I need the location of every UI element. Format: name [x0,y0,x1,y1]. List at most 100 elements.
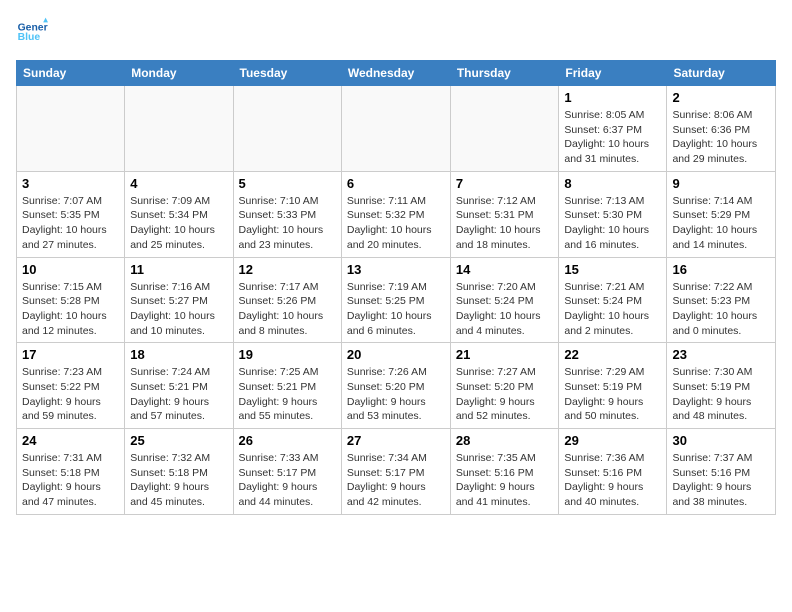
day-info: Sunrise: 7:29 AMSunset: 5:19 PMDaylight:… [564,365,661,424]
calendar-cell: 24 Sunrise: 7:31 AMSunset: 5:18 PMDayligh… [17,429,125,515]
calendar-cell: 28 Sunrise: 7:35 AMSunset: 5:16 PMDayligh… [450,429,559,515]
day-number: 9 [672,176,770,191]
day-number: 15 [564,262,661,277]
weekday-header-row: SundayMondayTuesdayWednesdayThursdayFrid… [17,61,776,86]
weekday-header-sunday: Sunday [17,61,125,86]
week-row-4: 17 Sunrise: 7:23 AMSunset: 5:22 PMDayligh… [17,343,776,429]
day-number: 26 [239,433,336,448]
calendar-cell: 4Sunrise: 7:09 AMSunset: 5:34 PMDaylight… [125,171,233,257]
day-info: Sunrise: 7:37 AMSunset: 5:16 PMDaylight:… [672,451,770,510]
day-info: Sunrise: 7:13 AMSunset: 5:30 PMDaylight:… [564,194,661,253]
calendar-cell: 9 Sunrise: 7:14 AMSunset: 5:29 PMDaylight… [667,171,776,257]
weekday-header-friday: Friday [559,61,667,86]
day-info: Sunrise: 7:16 AMSunset: 5:27 PMDaylight:… [130,280,227,339]
day-number: 20 [347,347,445,362]
calendar-cell: 25 Sunrise: 7:32 AMSunset: 5:18 PMDayligh… [125,429,233,515]
calendar-cell: 13 Sunrise: 7:19 AMSunset: 5:25 PMDayligh… [341,257,450,343]
calendar-cell: 26 Sunrise: 7:33 AMSunset: 5:17 PMDayligh… [233,429,341,515]
day-number: 13 [347,262,445,277]
day-number: 17 [22,347,119,362]
day-number: 24 [22,433,119,448]
day-info: Sunrise: 7:15 AMSunset: 5:28 PMDaylight:… [22,280,119,339]
calendar-cell [450,86,559,172]
day-number: 30 [672,433,770,448]
day-info: Sunrise: 7:31 AMSunset: 5:18 PMDaylight:… [22,451,119,510]
day-number: 11 [130,262,227,277]
day-number: 5 [239,176,336,191]
day-info: Sunrise: 7:21 AMSunset: 5:24 PMDaylight:… [564,280,661,339]
weekday-header-tuesday: Tuesday [233,61,341,86]
day-info: Sunrise: 7:25 AMSunset: 5:21 PMDaylight:… [239,365,336,424]
day-number: 23 [672,347,770,362]
calendar-cell: 20 Sunrise: 7:26 AMSunset: 5:20 PMDayligh… [341,343,450,429]
calendar-cell: 7 Sunrise: 7:12 AMSunset: 5:31 PMDaylight… [450,171,559,257]
day-number: 7 [456,176,554,191]
day-number: 1 [564,90,661,105]
calendar-cell: 22 Sunrise: 7:29 AMSunset: 5:19 PMDayligh… [559,343,667,429]
calendar-cell: 5 Sunrise: 7:10 AMSunset: 5:33 PMDaylight… [233,171,341,257]
day-info: Sunrise: 7:33 AMSunset: 5:17 PMDaylight:… [239,451,336,510]
day-info: Sunrise: 7:35 AMSunset: 5:16 PMDaylight:… [456,451,554,510]
week-row-3: 10 Sunrise: 7:15 AMSunset: 5:28 PMDayligh… [17,257,776,343]
calendar-cell: 29Sunrise: 7:36 AMSunset: 5:16 PMDayligh… [559,429,667,515]
calendar: SundayMondayTuesdayWednesdayThursdayFrid… [16,60,776,515]
day-number: 6 [347,176,445,191]
day-info: Sunrise: 7:30 AMSunset: 5:19 PMDaylight:… [672,365,770,424]
day-info: Sunrise: 7:34 AMSunset: 5:17 PMDaylight:… [347,451,445,510]
day-info: Sunrise: 7:23 AMSunset: 5:22 PMDaylight:… [22,365,119,424]
calendar-cell [125,86,233,172]
day-info: Sunrise: 7:10 AMSunset: 5:33 PMDaylight:… [239,194,336,253]
calendar-cell [233,86,341,172]
day-info: Sunrise: 8:05 AMSunset: 6:37 PMDaylight:… [564,108,661,167]
day-number: 18 [130,347,227,362]
week-row-5: 24 Sunrise: 7:31 AMSunset: 5:18 PMDayligh… [17,429,776,515]
calendar-cell: 19 Sunrise: 7:25 AMSunset: 5:21 PMDayligh… [233,343,341,429]
day-number: 12 [239,262,336,277]
day-info: Sunrise: 7:22 AMSunset: 5:23 PMDaylight:… [672,280,770,339]
page-header: General Blue [16,16,776,48]
day-number: 2 [672,90,770,105]
calendar-cell [341,86,450,172]
day-info: Sunrise: 7:12 AMSunset: 5:31 PMDaylight:… [456,194,554,253]
day-info: Sunrise: 7:24 AMSunset: 5:21 PMDaylight:… [130,365,227,424]
day-number: 19 [239,347,336,362]
calendar-cell: 30 Sunrise: 7:37 AMSunset: 5:16 PMDayligh… [667,429,776,515]
day-info: Sunrise: 7:27 AMSunset: 5:20 PMDaylight:… [456,365,554,424]
weekday-header-thursday: Thursday [450,61,559,86]
day-number: 10 [22,262,119,277]
day-number: 14 [456,262,554,277]
day-info: Sunrise: 8:06 AMSunset: 6:36 PMDaylight:… [672,108,770,167]
day-info: Sunrise: 7:19 AMSunset: 5:25 PMDaylight:… [347,280,445,339]
calendar-cell: 21Sunrise: 7:27 AMSunset: 5:20 PMDayligh… [450,343,559,429]
calendar-cell: 23 Sunrise: 7:30 AMSunset: 5:19 PMDayligh… [667,343,776,429]
day-info: Sunrise: 7:17 AMSunset: 5:26 PMDaylight:… [239,280,336,339]
day-info: Sunrise: 7:26 AMSunset: 5:20 PMDaylight:… [347,365,445,424]
calendar-cell: 12 Sunrise: 7:17 AMSunset: 5:26 PMDayligh… [233,257,341,343]
calendar-cell: 10 Sunrise: 7:15 AMSunset: 5:28 PMDayligh… [17,257,125,343]
calendar-cell: 14 Sunrise: 7:20 AMSunset: 5:24 PMDayligh… [450,257,559,343]
svg-text:Blue: Blue [18,32,41,43]
calendar-cell: 27Sunrise: 7:34 AMSunset: 5:17 PMDayligh… [341,429,450,515]
calendar-cell: 1 Sunrise: 8:05 AMSunset: 6:37 PMDaylight… [559,86,667,172]
day-number: 3 [22,176,119,191]
day-info: Sunrise: 7:32 AMSunset: 5:18 PMDaylight:… [130,451,227,510]
day-number: 25 [130,433,227,448]
weekday-header-wednesday: Wednesday [341,61,450,86]
day-info: Sunrise: 7:14 AMSunset: 5:29 PMDaylight:… [672,194,770,253]
calendar-cell [17,86,125,172]
calendar-cell: 18 Sunrise: 7:24 AMSunset: 5:21 PMDayligh… [125,343,233,429]
calendar-cell: 3Sunrise: 7:07 AMSunset: 5:35 PMDaylight… [17,171,125,257]
calendar-cell: 17 Sunrise: 7:23 AMSunset: 5:22 PMDayligh… [17,343,125,429]
day-number: 22 [564,347,661,362]
calendar-cell: 15 Sunrise: 7:21 AMSunset: 5:24 PMDayligh… [559,257,667,343]
day-info: Sunrise: 7:20 AMSunset: 5:24 PMDaylight:… [456,280,554,339]
logo: General Blue [16,16,48,48]
calendar-cell: 16Sunrise: 7:22 AMSunset: 5:23 PMDayligh… [667,257,776,343]
day-number: 28 [456,433,554,448]
week-row-1: 1 Sunrise: 8:05 AMSunset: 6:37 PMDaylight… [17,86,776,172]
calendar-cell: 11 Sunrise: 7:16 AMSunset: 5:27 PMDayligh… [125,257,233,343]
day-number: 4 [130,176,227,191]
calendar-cell: 8Sunrise: 7:13 AMSunset: 5:30 PMDaylight… [559,171,667,257]
day-info: Sunrise: 7:11 AMSunset: 5:32 PMDaylight:… [347,194,445,253]
weekday-header-saturday: Saturday [667,61,776,86]
